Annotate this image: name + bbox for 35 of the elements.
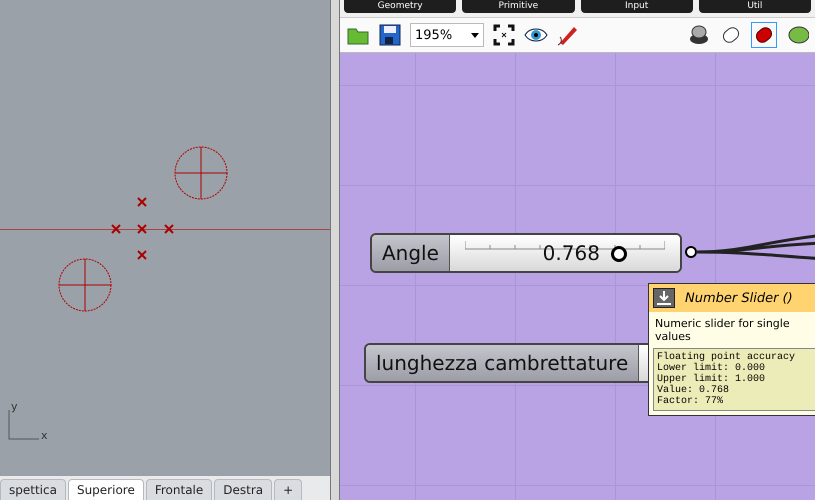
download-icon: [653, 288, 675, 308]
node-name: lunghezza cambrettature: [366, 345, 640, 381]
category-tab[interactable]: Geometry: [344, 0, 456, 13]
caret-icon: [471, 32, 479, 38]
point-marker-icon: [164, 224, 174, 234]
viewport-tab[interactable]: Destra: [214, 479, 272, 500]
axis-label: x: [41, 429, 48, 442]
category-tab[interactable]: Primitive: [462, 0, 574, 13]
slider-track[interactable]: 0.768: [450, 235, 680, 271]
slider-value: 0.768: [542, 241, 600, 265]
point-marker-icon: [137, 197, 147, 207]
tooltip-title: Number Slider (): [685, 290, 793, 306]
viewport-tab[interactable]: Frontale: [146, 479, 212, 500]
zoom-extents-icon[interactable]: [492, 23, 516, 47]
axis-label: y: [11, 400, 18, 413]
number-slider[interactable]: Angle 0.768: [370, 233, 682, 273]
point-marker-icon: [111, 224, 121, 234]
viewport-tab[interactable]: spettica: [0, 479, 66, 500]
tooltip-details: Floating point accuracy Lower limit: 0.000 Upper limit: 1.000 Value: 0.768 Factor: 77%: [653, 348, 815, 411]
circle-drawing: [173, 145, 229, 201]
zoom-dropdown[interactable]: 195%: [410, 23, 484, 47]
viewport-tab[interactable]: Superiore: [68, 479, 144, 500]
point-marker-icon: [137, 250, 147, 260]
slider-name: Angle: [372, 235, 450, 271]
shaded-icon[interactable]: [751, 22, 777, 48]
preview-icon[interactable]: [687, 23, 711, 47]
category-tab[interactable]: Util: [698, 0, 811, 13]
tooltip-description: Numeric slider for single values: [654, 316, 791, 345]
category-tab[interactable]: Input: [580, 0, 693, 13]
save-icon[interactable]: [378, 23, 402, 47]
circle-drawing: [57, 257, 113, 313]
point-marker-icon: [137, 224, 147, 234]
slider-thumb[interactable]: [610, 246, 627, 262]
viewport-tab[interactable]: +: [274, 479, 302, 500]
splitter-bar[interactable]: [330, 0, 340, 500]
